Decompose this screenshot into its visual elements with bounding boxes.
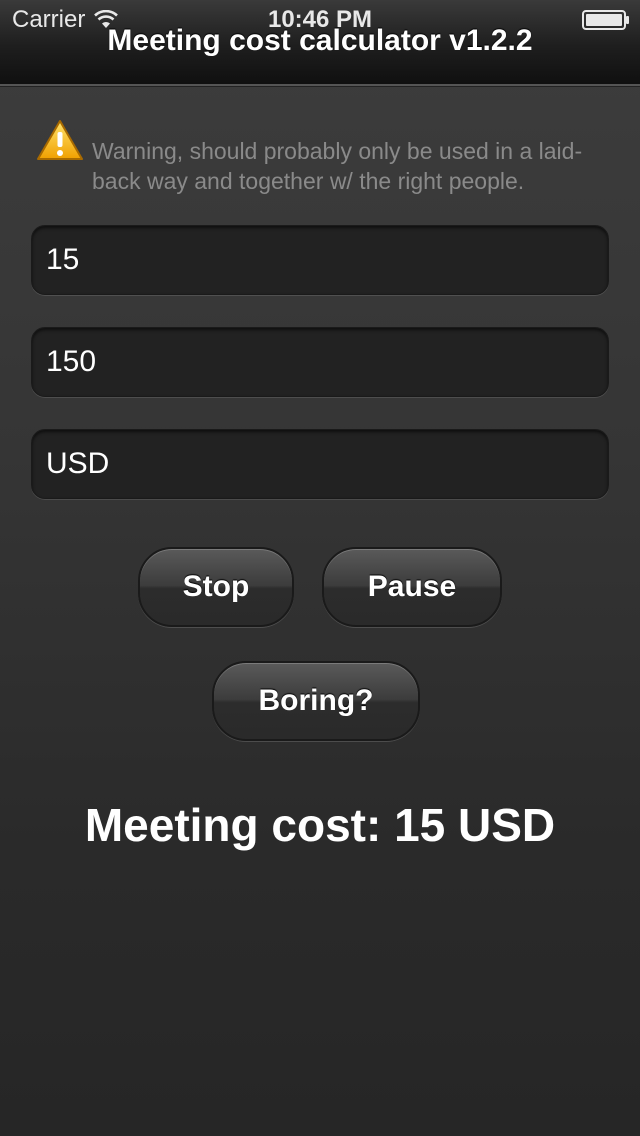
field-1-input[interactable] [31, 225, 609, 295]
warning-notice: Warning, should probably only be used in… [36, 118, 616, 196]
stop-button[interactable]: Stop [138, 547, 294, 627]
boring-button[interactable]: Boring? [212, 661, 420, 741]
navigation-bar: Carrier 10:46 PM Meeting cost calculator… [0, 0, 640, 86]
field-2-input[interactable] [31, 327, 609, 397]
meeting-cost-result: Meeting cost: 15 USD [84, 799, 556, 851]
warning-text: Warning, should probably only be used in… [92, 138, 583, 194]
warning-icon [37, 120, 83, 160]
pause-button[interactable]: Pause [322, 547, 502, 627]
currency-input[interactable] [31, 429, 609, 499]
page-title: Meeting cost calculator v1.2.2 [107, 24, 533, 57]
